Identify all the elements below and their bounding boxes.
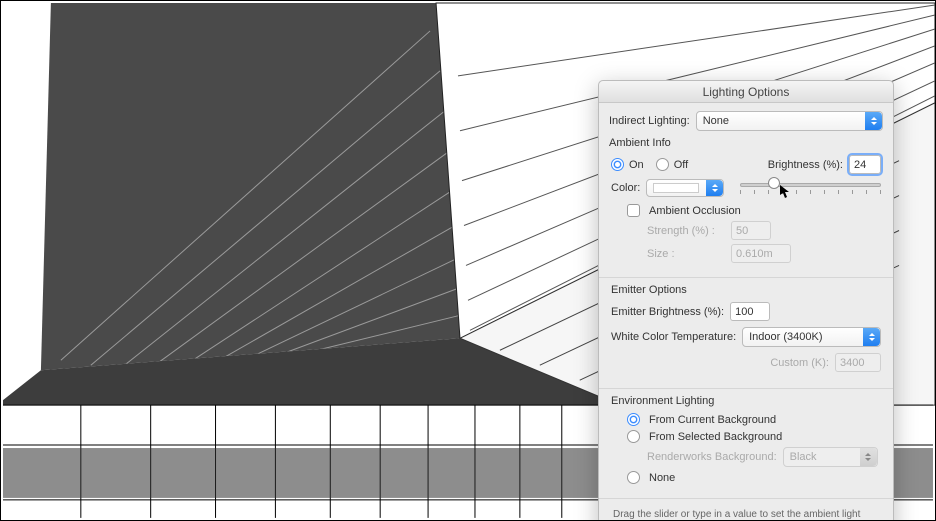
ambient-off-radio[interactable]	[656, 158, 669, 171]
rw-bg-select: Black	[783, 447, 878, 467]
ao-strength-value: 50	[736, 225, 748, 237]
env-from-selected-radio[interactable]	[627, 430, 640, 443]
ambient-occlusion-checkbox[interactable]	[627, 204, 640, 217]
wct-label: White Color Temperature:	[611, 331, 736, 343]
color-select[interactable]	[646, 179, 724, 197]
rw-bg-label: Renderworks Background:	[647, 451, 777, 463]
env-none-radio[interactable]	[627, 471, 640, 484]
environment-lighting-heading: Environment Lighting	[611, 395, 881, 407]
emitter-brightness-value: 100	[735, 306, 753, 318]
ambient-occlusion-label: Ambient Occlusion	[649, 205, 741, 217]
brightness-slider[interactable]	[740, 178, 881, 198]
emitter-brightness-label: Emitter Brightness (%):	[611, 306, 724, 318]
indirect-lighting-label: Indirect Lighting:	[609, 115, 690, 127]
env-from-current-label: From Current Background	[649, 414, 776, 426]
ao-strength-input: 50	[731, 221, 771, 240]
custom-k-label: Custom (K):	[770, 357, 829, 369]
ambient-on-label: On	[629, 159, 644, 171]
brightness-value: 24	[854, 159, 866, 171]
ambient-info-heading: Ambient Info	[609, 137, 883, 149]
wct-select[interactable]: Indoor (3400K)	[742, 327, 881, 347]
dialog-title: Lighting Options	[599, 81, 893, 103]
env-none-label: None	[649, 472, 675, 484]
ambient-on-radio[interactable]	[611, 158, 624, 171]
indirect-lighting-value: None	[703, 115, 729, 127]
color-label: Color:	[611, 182, 640, 194]
select-arrows-icon	[706, 180, 723, 196]
env-from-current-radio[interactable]	[627, 413, 640, 426]
env-from-selected-label: From Selected Background	[649, 431, 782, 443]
custom-k-value: 3400	[840, 357, 864, 369]
brightness-input[interactable]: 24	[849, 155, 881, 174]
ao-strength-label: Strength (%) :	[647, 225, 725, 237]
help-text: Drag the slider or type in a value to se…	[611, 503, 881, 521]
lighting-options-dialog: Lighting Options Indirect Lighting: None…	[598, 80, 894, 521]
emitter-brightness-input[interactable]: 100	[730, 302, 770, 321]
select-arrows-icon	[860, 448, 877, 466]
wct-value: Indoor (3400K)	[749, 331, 822, 343]
select-arrows-icon	[865, 112, 882, 130]
ao-size-label: Size :	[647, 248, 725, 260]
brightness-label: Brightness (%):	[768, 159, 843, 171]
custom-k-input: 3400	[835, 353, 881, 372]
ao-size-value: 0.610m	[736, 248, 773, 260]
ambient-off-label: Off	[674, 159, 688, 171]
indirect-lighting-select[interactable]: None	[696, 111, 883, 131]
color-swatch	[653, 183, 699, 193]
rw-bg-value: Black	[790, 451, 817, 463]
viewport[interactable]: Lighting Options Indirect Lighting: None…	[0, 0, 936, 521]
ao-size-input: 0.610m	[731, 244, 791, 263]
emitter-options-heading: Emitter Options	[611, 284, 881, 296]
select-arrows-icon	[863, 328, 880, 346]
